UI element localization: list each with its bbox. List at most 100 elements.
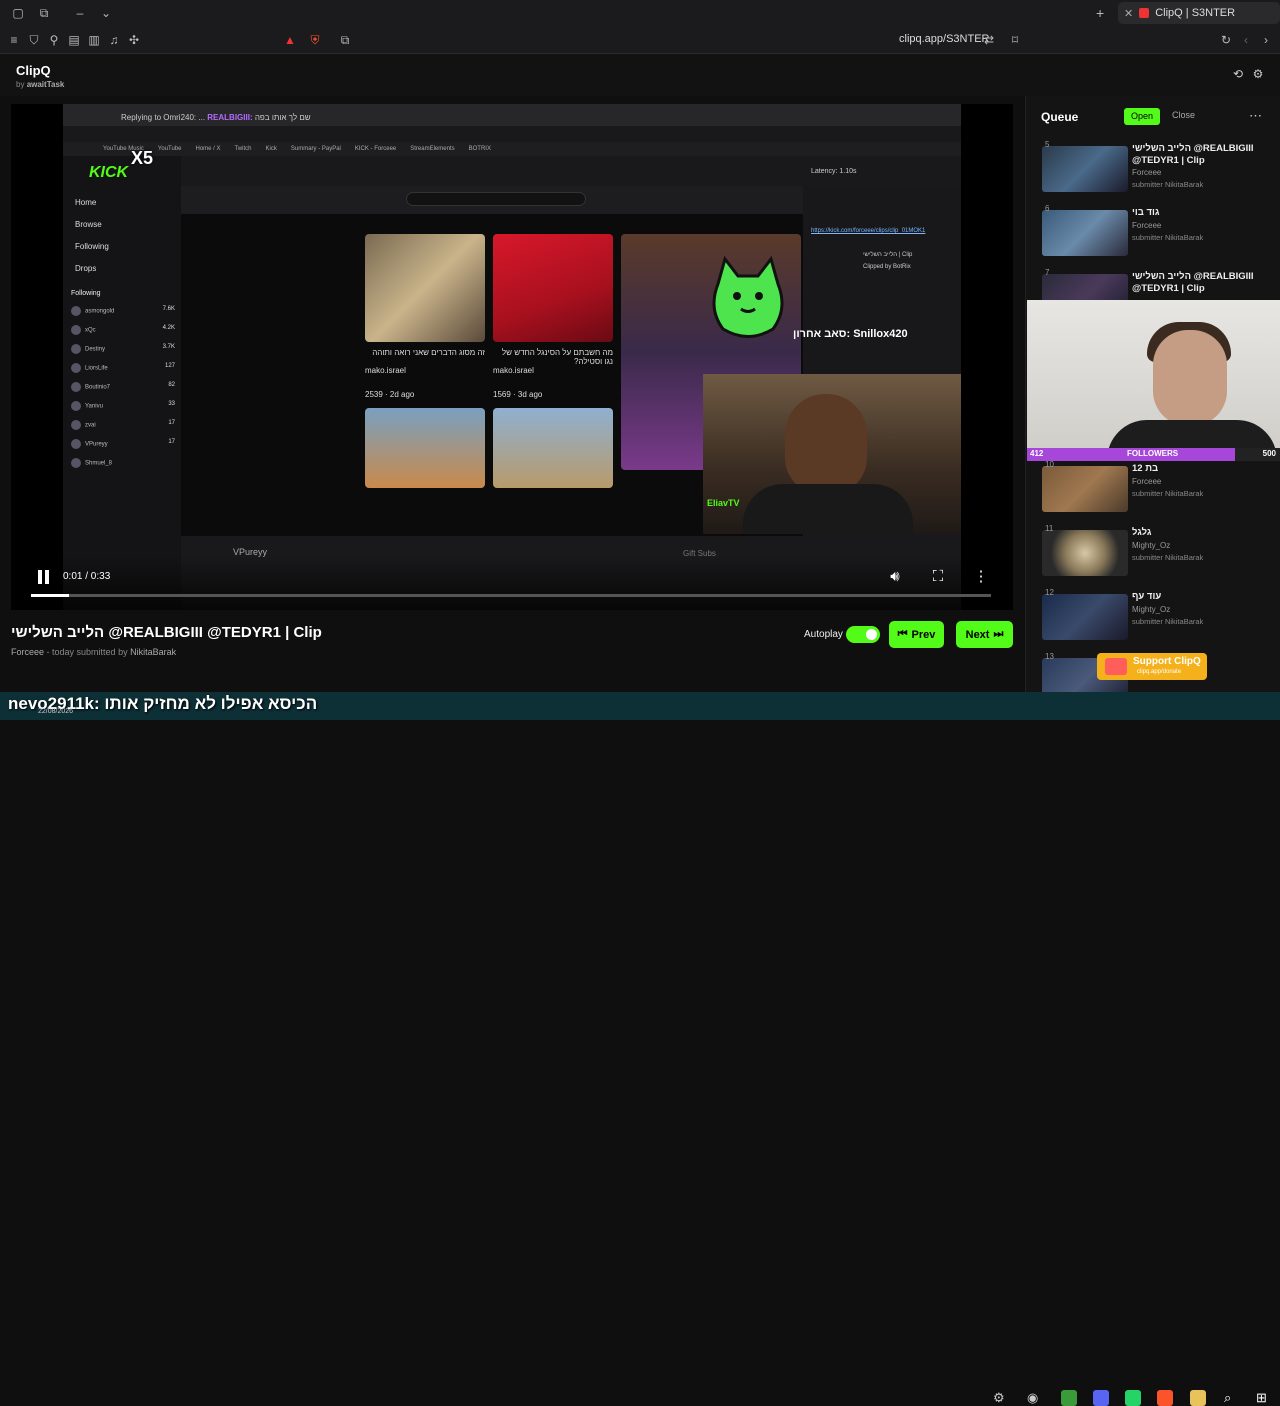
- menu-icon[interactable]: ≡: [6, 32, 22, 48]
- pause-icon[interactable]: [37, 570, 51, 584]
- settings-icon[interactable]: ⚙: [1251, 67, 1265, 81]
- next-button[interactable]: Next ⏭︎: [956, 621, 1013, 648]
- windows-icon[interactable]: ⊞: [1256, 1390, 1272, 1406]
- avatar: [71, 458, 81, 468]
- queue-item[interactable]: 6 גוד בוי Forceee submitter NikitaBarak: [1026, 204, 1266, 260]
- new-tab-icon[interactable]: +: [1096, 5, 1104, 21]
- obs-icon[interactable]: ◉: [1027, 1390, 1043, 1406]
- wallet-icon[interactable]: ▤: [66, 32, 82, 48]
- queue-item-submitter: submitter NikitaBarak: [1132, 233, 1203, 242]
- extensions-icon[interactable]: ✣: [126, 32, 142, 48]
- queue-item-number: 13: [1045, 652, 1054, 661]
- following-item: zvai 17: [71, 420, 175, 430]
- discord-icon[interactable]: [1093, 1390, 1109, 1406]
- minimize-icon[interactable]: –: [72, 5, 88, 21]
- clip-channel[interactable]: Forceee: [11, 647, 44, 657]
- kofi-cup-icon: [1105, 658, 1127, 675]
- autoplay-toggle[interactable]: [846, 626, 880, 643]
- followers-label: FOLLOWERS: [1127, 449, 1179, 458]
- following-viewers: 17: [168, 420, 175, 426]
- clipq-favicon-icon: [1139, 8, 1150, 18]
- following-item: xQc 4.2K: [71, 325, 175, 335]
- following-name: asmongold: [85, 308, 115, 315]
- back-icon[interactable]: ‹: [1238, 32, 1254, 48]
- shield-icon[interactable]: ⛉: [26, 32, 42, 48]
- queue-item-title: הלייב השלישי @REALBIGIII @TEDYR1 | Clip: [1132, 271, 1254, 294]
- queue-item[interactable]: 10 בת 12 Forceee submitter NikitaBarak: [1026, 460, 1266, 516]
- shorts-thumbnail: [493, 234, 613, 342]
- following-viewers: 33: [168, 401, 175, 407]
- frame-bookmarks: YouTube Music YouTube Home / X Twitch Kick Su…: [63, 142, 961, 156]
- address-bar[interactable]: clipq.app/S3NTER: [899, 33, 990, 45]
- submitter-prefix: submitter: [1132, 617, 1163, 626]
- brave-shield-icon[interactable]: ⛨: [307, 32, 323, 48]
- queue-item[interactable]: 11 גלגל Mighty_Oz submitter NikitaBarak: [1026, 524, 1266, 580]
- taskbar-date: 22/08/2026: [38, 708, 74, 715]
- music-icon[interactable]: ♫: [106, 32, 122, 48]
- submitter-name: NikitaBarak: [1164, 617, 1204, 626]
- avatar: [71, 401, 81, 411]
- queue-thumbnail: [1042, 594, 1128, 640]
- site-settings-icon[interactable]: ⇄: [981, 32, 997, 48]
- queue-item-submitter: submitter NikitaBarak: [1132, 553, 1203, 562]
- queue-item-number: 11: [1045, 524, 1054, 533]
- followers-goal: 500: [1262, 449, 1276, 458]
- reader-icon[interactable]: ▥: [86, 32, 102, 48]
- more-options-icon[interactable]: ⋮: [972, 568, 990, 586]
- overlay-user: REALBIGIII:: [207, 113, 253, 122]
- following-item: VPureyy 17: [71, 439, 175, 449]
- clip-submitter[interactable]: NikitaBarak: [130, 647, 176, 657]
- clip-title: הלייב השלישי @REALBIGIII @TEDYR1 | Clip: [11, 624, 322, 641]
- queue-thumbnail: [1042, 466, 1128, 512]
- steam-icon[interactable]: ⚙: [993, 1390, 1009, 1406]
- tab-overview-icon[interactable]: ⧉: [36, 5, 52, 21]
- video-player[interactable]: YouTube Music YouTube Home / X Twitch Kick Su…: [11, 104, 1013, 610]
- queue-close-button[interactable]: Close: [1172, 110, 1195, 120]
- folder-icon[interactable]: [1190, 1390, 1206, 1406]
- bot-icon[interactable]: [1061, 1390, 1077, 1406]
- history-icon[interactable]: ⟲: [1231, 67, 1245, 81]
- avatar: [71, 325, 81, 335]
- queue-item[interactable]: 12 עוד עף Mighty_Oz submitter NikitaBarak: [1026, 588, 1266, 644]
- app-title: ClipQ: [16, 63, 51, 78]
- byline-author[interactable]: awaitTask: [27, 80, 65, 89]
- toggle-knob: [866, 629, 877, 640]
- following-name: Yanivu: [85, 403, 103, 410]
- pin-icon[interactable]: ⚲: [46, 32, 62, 48]
- video-frame: YouTube Music YouTube Home / X Twitch Kick Su…: [63, 104, 961, 610]
- avatar: [71, 420, 81, 430]
- avatar: [71, 439, 81, 449]
- close-tab-icon[interactable]: ✕: [1124, 7, 1133, 20]
- shorts-title-1: זה מסוג הדברים שאני רואה ותוהה: [372, 348, 485, 357]
- shorts-stats-2: 1569 · 3d ago: [493, 390, 543, 399]
- support-button[interactable]: Support ClipQ clipq.app/donate: [1097, 653, 1207, 680]
- whatsapp-icon[interactable]: [1125, 1390, 1141, 1406]
- forward-icon[interactable]: ›: [1258, 32, 1274, 48]
- submitter-name: NikitaBarak: [1164, 553, 1204, 562]
- following-name: Shmuel_8: [85, 460, 113, 467]
- seek-bar[interactable]: [31, 594, 991, 597]
- bookmark-icon[interactable]: ⌑: [1007, 32, 1023, 48]
- chat-clip-title: הלייב השלישי | Clip: [863, 252, 913, 258]
- following-viewers: 82: [168, 382, 175, 388]
- prev-button[interactable]: ⏮︎ Prev: [889, 621, 944, 648]
- brave-icon[interactable]: [1157, 1390, 1173, 1406]
- queue-item[interactable]: 5 הלייב השלישי @REALBIGIII @TEDYR1 | Clip…: [1026, 140, 1266, 196]
- alert-icon[interactable]: ▲: [282, 32, 298, 48]
- byline-prefix: by: [16, 80, 25, 89]
- shorts-thumbnail: [493, 408, 613, 488]
- support-url: clipq.app/donate: [1137, 669, 1182, 675]
- fullscreen-icon[interactable]: ⛶: [929, 568, 947, 586]
- time-display: 0:01 / 0:33: [63, 571, 111, 582]
- volume-icon[interactable]: 🔊︎: [886, 568, 904, 586]
- queue-more-icon[interactable]: ⋯: [1249, 108, 1262, 124]
- browser-tab-clipq[interactable]: ✕ ClipQ | S3NTER: [1118, 2, 1280, 24]
- tab-list-chevron-icon[interactable]: ⌄: [98, 5, 114, 21]
- reload-icon[interactable]: ↻: [1218, 32, 1234, 48]
- tab-manager-icon[interactable]: ⧉: [337, 32, 353, 48]
- queue-open-button[interactable]: Open: [1124, 108, 1160, 125]
- sidebar-toggle-icon[interactable]: ▢: [10, 5, 26, 21]
- following-viewers: 17: [168, 439, 175, 445]
- skip-forward-icon: ⏭︎: [993, 628, 1004, 640]
- search-icon[interactable]: ⌕: [1224, 1390, 1240, 1406]
